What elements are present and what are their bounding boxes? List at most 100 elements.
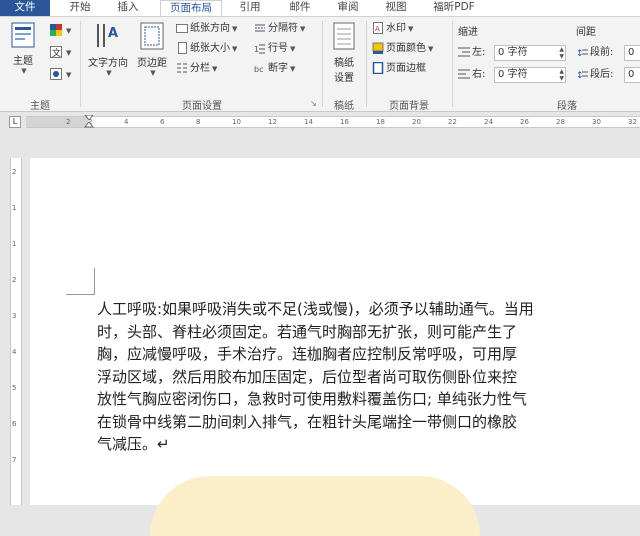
color-palette-icon [50,24,62,36]
hyphenation-button[interactable]: bc 断字 ▼ [254,61,295,77]
ruler-strip: 2 2 4 6 8 10 12 14 16 18 20 22 24 26 28 30 32 [26,115,640,129]
vruler-tick-label: 7 [12,456,17,464]
document-body[interactable]: 人工呼吸:如果呼吸消失或不足(浅或慢)，必须予以辅助通气。当用 时，头部、脊柱必… [97,298,640,456]
vertical-ruler[interactable]: 2 1 1 2 3 4 5 6 7 [10,158,22,505]
indent-left-label: 左: [458,45,485,61]
ruler-tick-label: 28 [556,118,565,126]
margins-icon [140,22,164,50]
spinner-arrows-icon[interactable]: ▲ ▼ [559,68,564,82]
ruler-tick-label: 10 [232,118,241,126]
svg-text:A: A [108,26,118,41]
hyphenation-icon: bc [254,65,263,74]
spacing-after-input[interactable]: 0 [624,67,640,83]
indent-right-label: 右: [458,67,485,83]
document-page[interactable]: 人工呼吸:如果呼吸消失或不足(浅或慢)，必须予以辅助通气。当用 时，头部、脊柱必… [30,158,640,536]
draft-settings-button[interactable]: 稿纸 设置 [326,21,362,84]
document-line[interactable]: 在锁骨中线第二肋间刺入排气，在粗针头尾端拴一带侧口的橡胶 [97,411,640,434]
draft-settings-label-2: 设置 [334,73,354,84]
document-line[interactable]: 人工呼吸:如果呼吸消失或不足(浅或慢)，必须予以辅助通气。当用 [97,298,640,321]
ruler-tick-label: 16 [340,118,349,126]
spacing-after-label: ↕ 段后: [576,69,614,80]
draft-settings-label-1: 稿纸 [334,58,354,69]
breaks-button[interactable]: 分隔符 ▼ [254,21,305,37]
svg-text:1: 1 [254,45,259,54]
indent-right-input[interactable]: 0 字符 ▲ ▼ [494,67,566,83]
breaks-icon [255,24,265,32]
ruler-tick-label: 4 [124,118,129,126]
vruler-tick-label: 1 [12,204,17,212]
dialog-launcher-icon[interactable]: ↘ [310,99,317,108]
tab-review[interactable]: 审阅 [330,0,366,16]
document-line[interactable]: 浮动区域，然后用胶布加压固定，后位型者尚可取伤侧卧位来控 [97,366,640,389]
vruler-tick-label: 5 [12,384,17,392]
draft-paper-icon [333,22,355,50]
tab-home[interactable]: 开始 [62,0,98,16]
paragraph-group-label: 段落 [557,101,577,112]
ruler-tick-label: 26 [520,118,529,126]
document-line[interactable]: 气减压。↵ [97,433,640,456]
indent-right-icon [458,69,470,79]
theme-effects-button[interactable]: ▼ [50,67,71,83]
watermark-graphic [150,476,480,536]
theme-button[interactable]: 主题 ▼ [8,21,38,75]
ribbon-tabs: 文件 开始 插入 页面布局 引用 邮件 审阅 视图 福昕PDF [0,0,640,16]
tab-view[interactable]: 视图 [378,0,414,16]
theme-icon [11,22,35,48]
spacing-before-input[interactable]: 0 [624,45,640,61]
ruler-tick-label: 32 [628,118,637,126]
ribbon: 主题 ▼ ▼ 文 ▼ ▼ 主题 A 文字方向 ▼ 页边距 ▼ 纸张方向 ▼ 纸张大小… [0,16,640,112]
tab-foxit-pdf[interactable]: 福昕PDF [424,0,484,16]
indent-left-icon [458,47,470,57]
ruler-tick-label: 22 [448,118,457,126]
theme-button-label: 主题 [13,56,33,67]
line-numbers-button[interactable]: 1 行号 ▼ [254,41,295,57]
chevron-down-icon: ▼ [106,69,112,77]
paint-bucket-icon [372,42,384,54]
document-line[interactable]: 胸，应减慢呼吸，手术治疗。连枷胸者应控制反常呼吸，可用厚 [97,343,640,366]
page-color-button[interactable]: 页面颜色 ▼ [372,41,433,57]
theme-colors-button[interactable]: ▼ [50,23,71,39]
orientation-button[interactable]: 纸张方向 ▼ [176,21,237,37]
document-line[interactable]: 放性气胸应密闭伤口，急救时可使用敷料覆盖伤口; 单纯张力性气 [97,388,640,411]
size-button[interactable]: 纸张大小 ▼ [176,41,237,57]
vruler-tick-label: 6 [12,420,17,428]
svg-text:A: A [375,25,380,33]
page-setup-group-label: 页面设置 [182,101,222,112]
vruler-tick-label: 2 [12,168,17,176]
watermark-icon: A [373,22,383,34]
text-direction-icon: A [97,24,118,47]
horizontal-ruler[interactable]: L 2 2 4 6 8 10 12 14 16 18 20 22 24 26 28 30 32 [0,112,640,132]
tab-file[interactable]: 文件 [0,0,50,16]
ruler-tick-label: 12 [268,118,277,126]
line-numbers-icon: 1 [254,44,265,54]
ruler-tick-label: 24 [484,118,493,126]
indent-marker-icon[interactable] [84,115,94,129]
vruler-tick-label: 1 [12,240,17,248]
text-direction-button[interactable]: A 文字方向 ▼ [86,21,130,77]
chevron-down-icon: ▼ [150,69,156,77]
ruler-tick-label: 30 [592,118,601,126]
chevron-down-icon: ▼ [21,67,27,75]
document-line[interactable]: 时，头部、脊柱必须固定。若通气时胸部无扩张，则可能产生了 [97,321,640,344]
tab-page-layout[interactable]: 页面布局 [160,0,222,16]
watermark-button[interactable]: A 水印 ▼ [372,21,413,37]
tab-references[interactable]: 引用 [232,0,268,16]
tab-selector-icon[interactable]: L [9,116,21,128]
page-corner-mark [66,268,95,295]
indent-title: 缩进 [458,27,478,38]
vruler-tick-label: 4 [12,348,17,356]
ruler-tick-label: 2 [66,118,71,126]
tab-insert[interactable]: 插入 [110,0,146,16]
effects-icon [50,68,62,80]
ruler-tick-label: 14 [304,118,313,126]
indent-left-input[interactable]: 0 字符 ▲ ▼ [494,45,566,61]
columns-button[interactable]: 分栏 ▼ [176,61,217,77]
theme-fonts-button[interactable]: 文 ▼ [50,45,71,61]
tab-mailings[interactable]: 邮件 [282,0,318,16]
page-border-button[interactable]: 页面边框 [372,61,426,77]
svg-text:文: 文 [52,47,61,58]
spacing-title: 间距 [576,27,596,38]
margins-button[interactable]: 页边距 ▼ [132,21,172,77]
spinner-arrows-icon[interactable]: ▲ ▼ [559,46,564,60]
margins-label: 页边距 [137,58,167,69]
